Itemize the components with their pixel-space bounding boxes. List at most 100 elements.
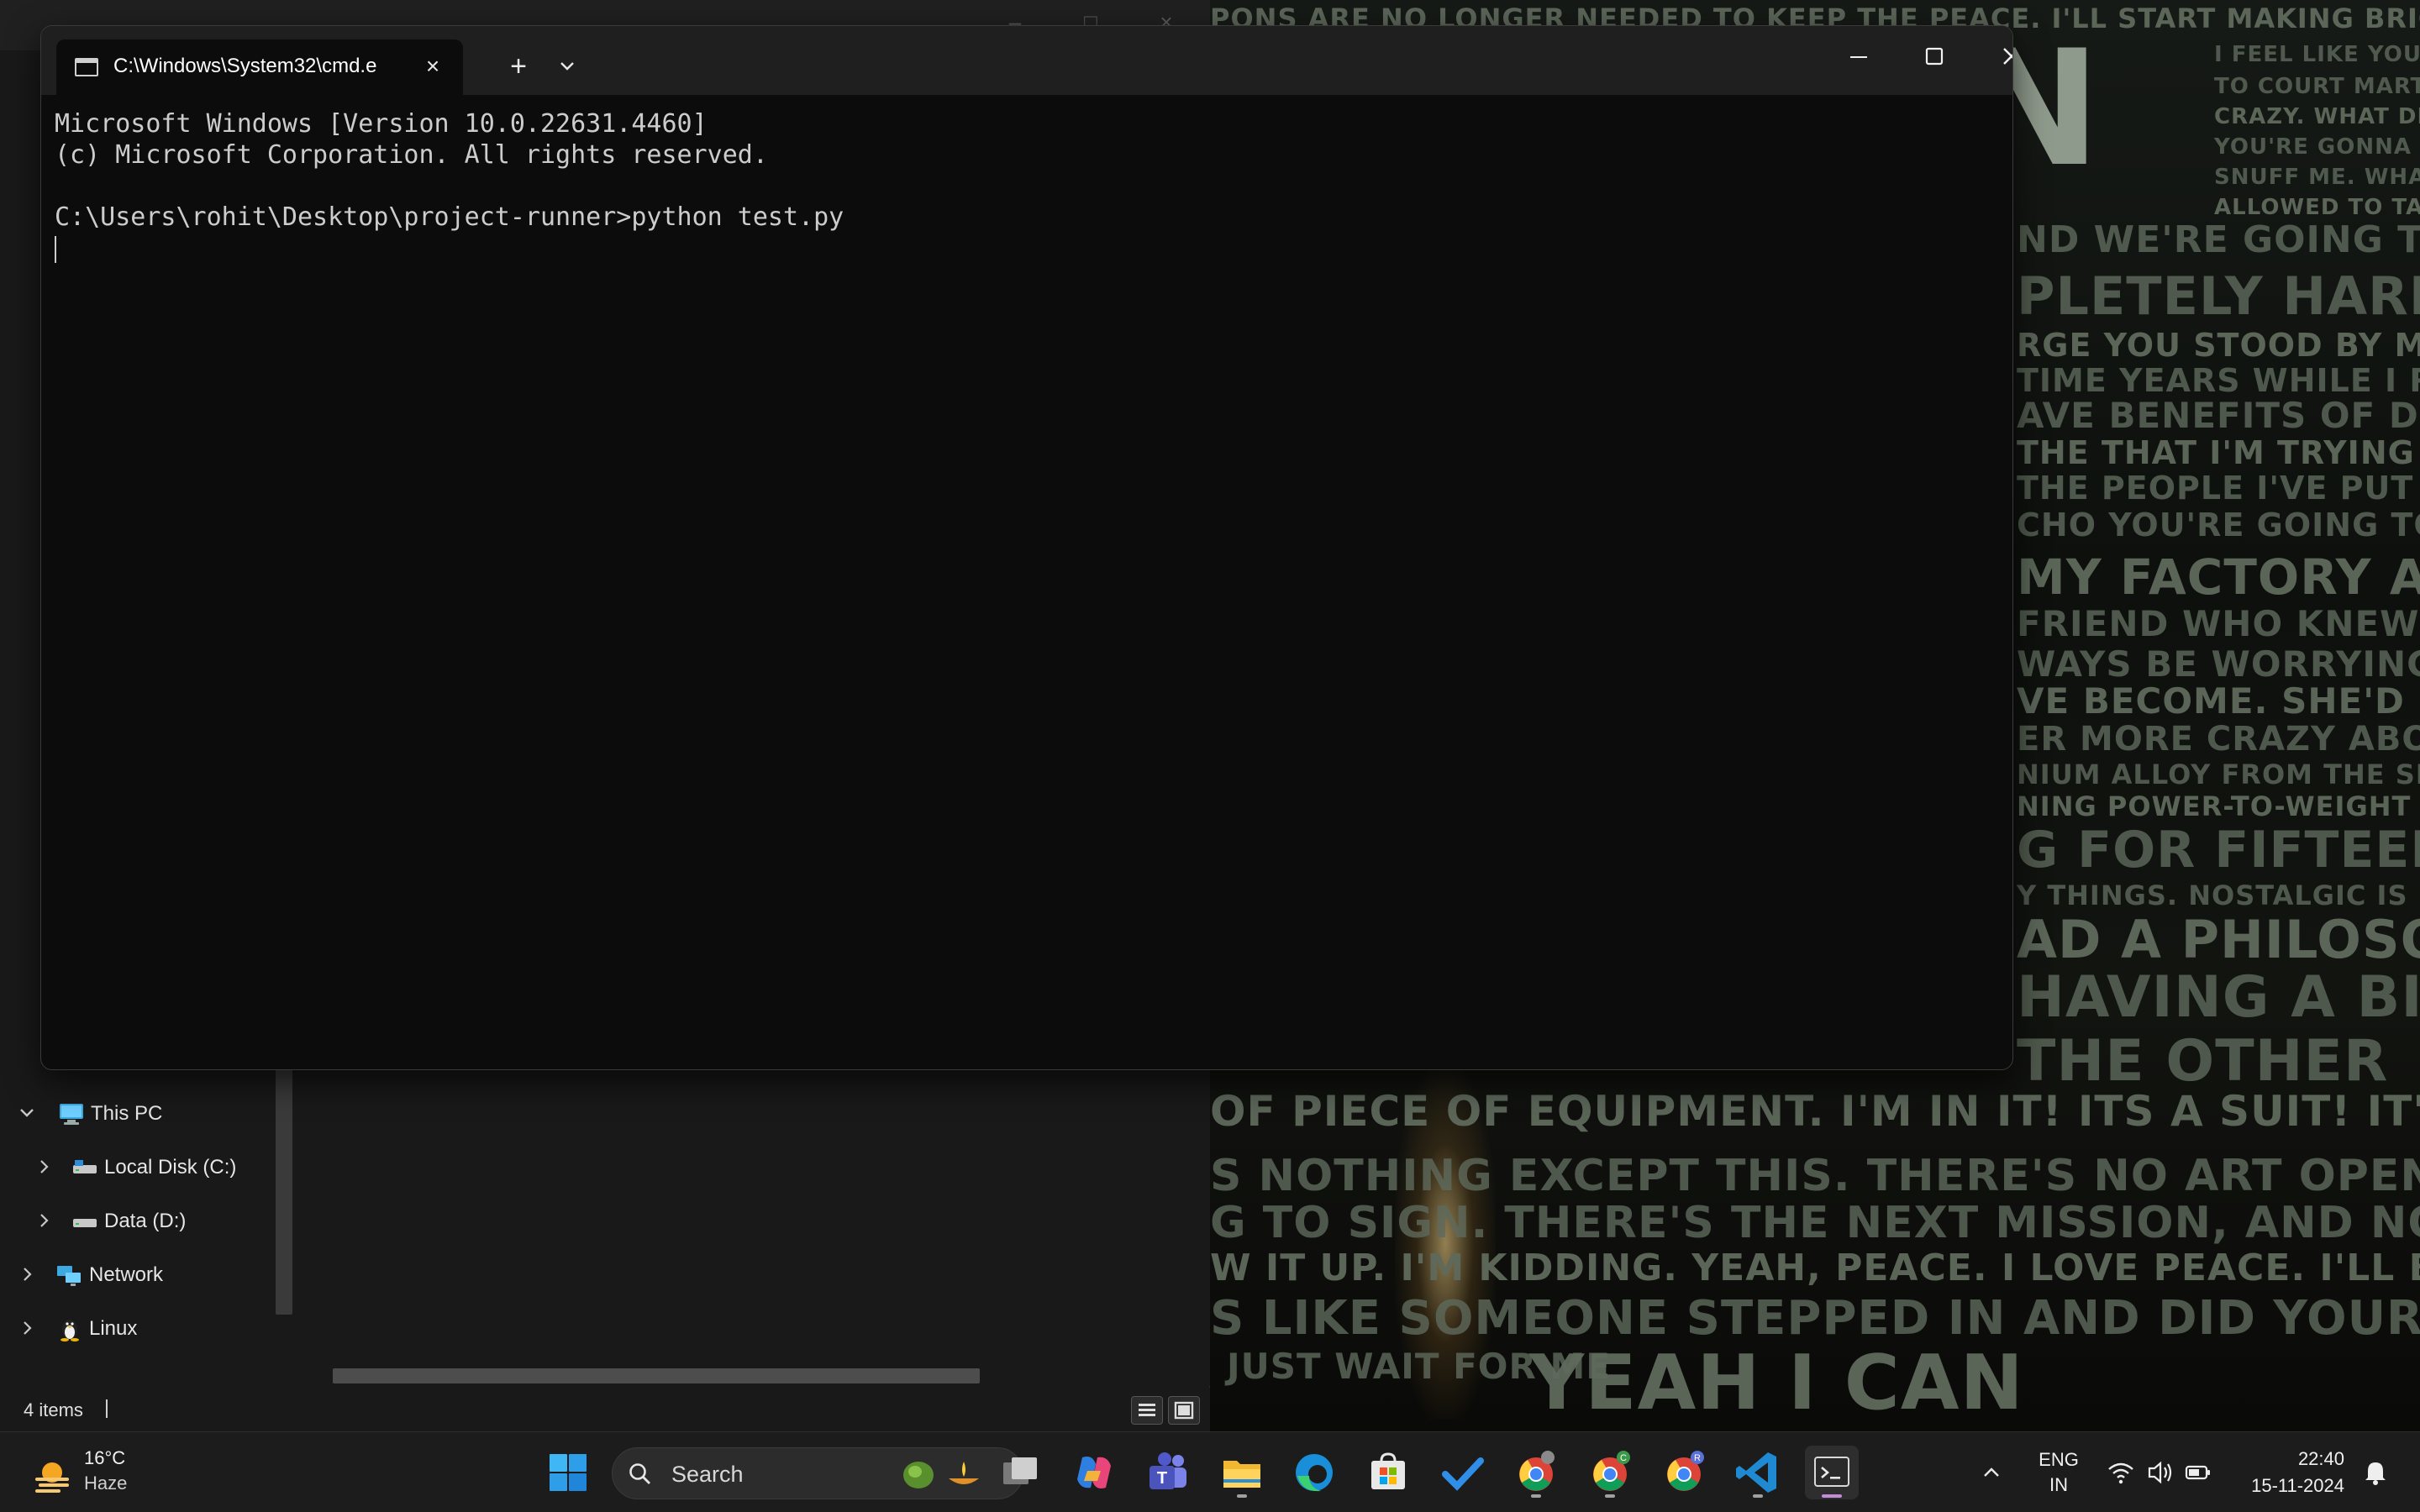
wallpaper-text-line: AD A PHILOSO [2017,909,2420,970]
language-region: IN [2049,1474,2068,1495]
wallpaper-text-line: G TO SIGN. THERE'S THE NEXT MISSION, AND… [1210,1198,2420,1248]
wallpaper-text-line: VE BECOME. SHE'D BE W [2017,680,2420,722]
running-indicator [1237,1494,1247,1498]
file-explorer-icon[interactable] [1215,1446,1269,1499]
wallpaper-text-line: RGE YOU STOOD BY MY SIDE A [2017,327,2420,364]
svg-text:C: C [1620,1453,1627,1463]
wallpaper-text-line: CHO YOU'RE GOING TO WA [2017,507,2420,543]
navigation-scrollbar[interactable] [276,1067,292,1315]
weather-condition: Haze [84,1473,128,1494]
drive-icon [71,1155,99,1180]
maximize-icon[interactable] [1905,38,1964,75]
wallpaper-text-line: CRAZY. WHAT DID I DO [2214,104,2420,129]
text-cursor [55,235,56,263]
tab-cmd[interactable]: C:\Windows\System32\cmd.e × [56,39,463,95]
running-indicator [1531,1494,1541,1498]
nav-item-label: Local Disk (C:) [104,1156,237,1179]
wallpaper-text-line: TO COURT MARTIA [2214,74,2420,99]
linux-penguin-icon [55,1316,84,1341]
nav-item-local-disk-c[interactable]: Local Disk (C:) [34,1144,236,1191]
cmd-prompt-icon [75,58,98,76]
taskbar-search-box[interactable]: Search [612,1447,1023,1499]
tab-dropdown-chevron-icon[interactable] [552,51,582,81]
item-count: 4 items [24,1399,83,1420]
teams-icon[interactable]: T [1141,1446,1195,1499]
wallpaper-text-line: ER MORE CRAZY ABOU [2017,720,2420,759]
wallpaper-text-line: WAYS BE WORRYING [2017,643,2420,685]
minimize-icon[interactable] [1829,38,1888,75]
wallpaper-text-line: S LIKE SOMEONE STEPPED IN AND DID YOUR J… [1210,1291,2420,1346]
new-tab-plus-icon[interactable]: + [502,50,535,83]
wallpaper-text-line: TIME YEARS WHILE I REA [2017,362,2420,399]
terminal-cursor-line [55,233,2001,264]
terminal-output[interactable]: Microsoft Windows [Version 10.0.22631.44… [41,95,2012,1069]
clock-time: 22:40 [2297,1448,2344,1469]
status-divider [106,1399,108,1418]
wallpaper-text-line: THE OTHER [2017,1028,2389,1095]
weather-widget[interactable]: 16°C Haze [25,1444,185,1499]
drive-icon [71,1209,99,1234]
wallpaper-text-line: THE PEOPLE I'VE PUT IN HAR [2017,470,2420,507]
search-label: Search [671,1462,744,1487]
close-icon[interactable] [1982,38,2012,75]
wallpaper-text-line: HAVING A BIG [2017,964,2420,1031]
clock[interactable]: 22:40 15-11-2024 [2235,1446,2344,1499]
horizontal-scrollbar[interactable] [333,1366,1181,1386]
chrome-icon[interactable] [1509,1446,1563,1499]
wallpaper-text-line: NIUM ALLOY FROM THE SERAPHIM [2017,759,2420,790]
horizontal-scrollbar-thumb[interactable] [333,1368,980,1383]
notification-bell-icon[interactable] [2363,1459,2388,1486]
language-code: ENG [2039,1449,2079,1470]
chevron-right-icon[interactable] [34,1211,54,1231]
task-view-icon[interactable] [993,1446,1047,1499]
wallpaper-text-line: G FOR FIFTEEN MIN [2017,821,2420,879]
edge-icon[interactable] [1287,1446,1341,1499]
wallpaper-text-line: MY FACTORY AT H [2017,549,2420,606]
nav-item-linux[interactable]: Linux [17,1305,137,1352]
details-view-button[interactable] [1131,1396,1163,1425]
volume-icon [2144,1457,2175,1492]
chevron-right-icon[interactable] [17,1265,37,1285]
nav-item-data-d[interactable]: Data (D:) [34,1198,186,1245]
svg-text:R: R [1694,1453,1701,1463]
large-icons-view-button[interactable] [1168,1396,1200,1425]
todo-icon[interactable] [1435,1446,1489,1499]
terminal-line: Microsoft Windows [Version 10.0.22631.44… [55,109,708,139]
close-tab-icon[interactable]: × [418,51,448,81]
copilot-icon[interactable] [1067,1446,1121,1499]
svg-text:T: T [1157,1469,1167,1488]
terminal-titlebar[interactable]: C:\Windows\System32\cmd.e × + [41,26,2012,95]
wallpaper-text-line: THE THAT I'M TRYING TO PRO [2017,434,2420,471]
nav-item-this-pc[interactable]: This PC [17,1090,162,1137]
search-highlight-diwali-icon [890,1453,1007,1495]
start-windows-icon[interactable] [541,1446,595,1499]
chevron-right-icon[interactable] [17,1319,37,1339]
chevron-down-icon[interactable] [17,1104,37,1124]
clock-date: 15-11-2024 [2251,1475,2344,1496]
chevron-right-icon[interactable] [34,1158,54,1178]
nav-item-label: This PC [91,1102,163,1125]
terminal-icon[interactable] [1805,1446,1859,1499]
nav-item-label: Network [89,1263,164,1286]
file-list-pane [299,1067,1210,1386]
battery-icon [2183,1457,2213,1492]
language-indicator[interactable]: ENG IN [2033,1447,2084,1498]
chrome-profile-c-icon[interactable]: C [1583,1446,1637,1499]
chrome-profile-r-icon[interactable]: R [1657,1446,1711,1499]
quick-settings[interactable] [2106,1457,2215,1488]
navigation-pane: This PC Local Disk (C:) Data (D:) Networ… [0,1067,294,1386]
terminal-window[interactable]: C:\Windows\System32\cmd.e × + Microsoft … [40,25,2013,1070]
microsoft-store-icon[interactable] [1361,1446,1415,1499]
wallpaper-text-line: NING POWER-TO-WEIGHT RATIO [2017,790,2420,822]
terminal-line: (c) Microsoft Corporation. All rights re… [55,140,768,170]
show-hidden-icons-chevron-icon[interactable] [1978,1459,2005,1486]
nav-item-network[interactable]: Network [17,1252,163,1299]
wallpaper-text-line: AVE BENEFITS OF DESTRUCT [2017,395,2420,436]
wallpaper-text-line: FRIEND WHO KNEW M [2017,603,2420,644]
wallpaper-text-line: YOU'RE GONNA PUL [2214,134,2420,160]
vscode-icon[interactable] [1731,1446,1785,1499]
wifi-icon [2106,1457,2136,1492]
wallpaper-text-line: Y THINGS. NOSTALGIC IS NOT ONE [2017,879,2420,911]
active-indicator [1822,1494,1842,1498]
